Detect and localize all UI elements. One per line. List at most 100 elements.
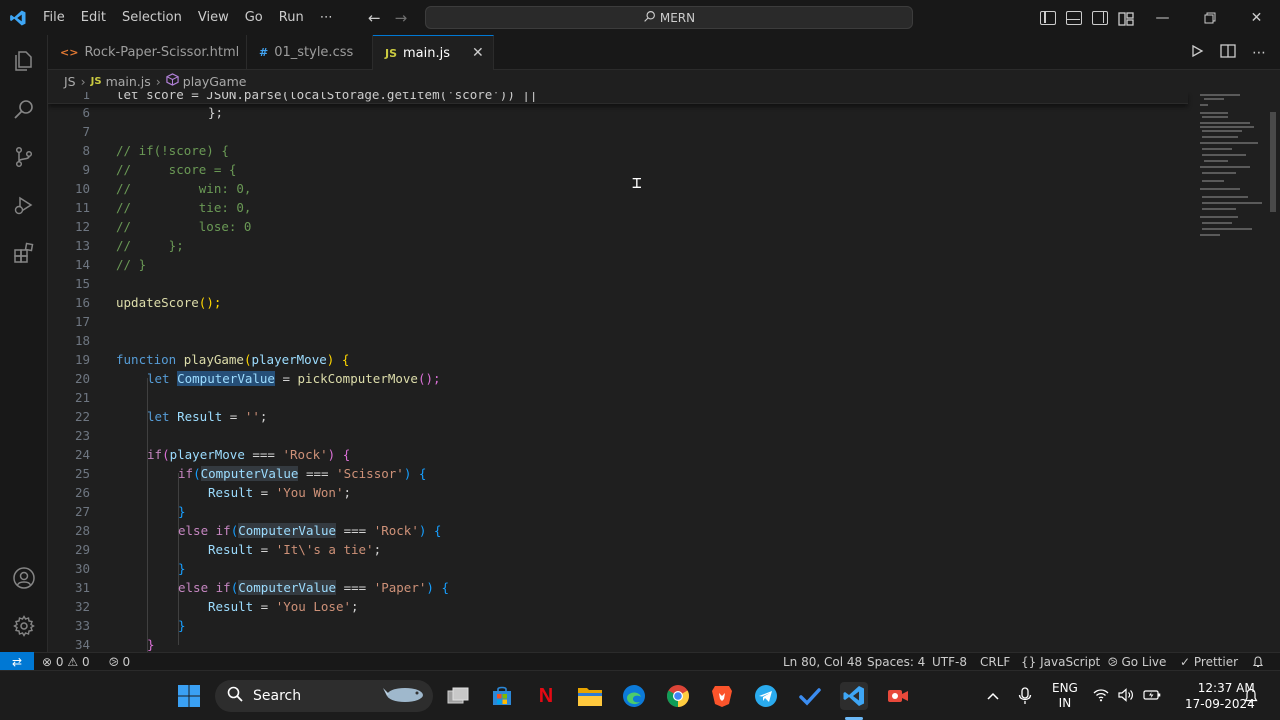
code-token: 'Rock' [373,523,419,538]
accounts-icon[interactable] [0,554,48,602]
windows-taskbar: Search N ENG IN 12:37 AM 17-09-2024 [0,670,1280,720]
search-icon [643,10,656,26]
close-tab-icon[interactable]: ✕ [472,45,484,61]
function-symbol-icon [166,73,179,89]
line-number: 16 [74,295,90,310]
extensions-icon[interactable] [0,229,48,277]
vertical-scrollbar[interactable] [1266,92,1280,652]
code-token: ( [162,447,170,462]
notifications-bell-icon[interactable] [1252,653,1264,671]
breadcrumb-symbol[interactable]: playGame [183,74,247,89]
end-of-line[interactable]: CRLF [980,653,1010,671]
tab-main-js[interactable]: JS main.js ✕ [373,35,494,70]
code-token: }; [208,105,224,120]
task-view-icon[interactable] [444,682,472,710]
run-debug-icon[interactable] [0,181,48,229]
code-token: === [336,523,374,538]
cursor-position[interactable]: Ln 80, Col 48 [783,653,862,671]
code-token: === [298,466,337,481]
menu-file[interactable]: File [35,0,73,35]
menu-go[interactable]: Go [237,0,271,35]
quick-settings[interactable] [1093,671,1161,720]
breadcrumb-file[interactable]: main.js [106,74,151,89]
command-center[interactable]: MERN [425,6,913,29]
workspace-name: MERN [659,10,696,25]
menu-more[interactable]: ⋯ [312,0,341,35]
vscode-taskbar-icon[interactable] [840,682,868,710]
explorer-icon[interactable] [0,37,48,85]
code-token: (); [417,371,441,386]
more-actions-icon[interactable]: ⋯ [1252,45,1266,61]
code-token: 'It\'s a tie' [275,542,374,557]
menu-view[interactable]: View [190,0,237,35]
minimize-icon[interactable]: — [1139,0,1186,35]
forward-arrow-icon[interactable]: → [395,9,408,27]
back-arrow-icon[interactable]: ← [368,9,381,27]
windows-start-icon[interactable] [175,682,203,710]
line-number: 32 [74,599,90,614]
code-token: ) [327,447,336,462]
html-file-icon: <> [60,46,79,59]
telegram-icon[interactable] [752,682,780,710]
encoding[interactable]: UTF-8 [932,653,967,671]
code-token: ComputerValue [200,466,299,481]
prettier-button[interactable]: ✓ Prettier [1180,653,1238,671]
toggle-primary-sidebar-icon[interactable] [1040,10,1056,25]
microphone-icon[interactable] [1018,671,1032,720]
problems-indicator[interactable]: ⊗ 0 ⚠ 0 [42,653,90,671]
code-editor[interactable]: 6}; 7 8 // if(!score) { 9 // score = { 10 /… [48,92,1280,652]
chrome-browser-icon[interactable] [664,682,692,710]
ports-indicator[interactable]: ⧁ 0 [109,653,130,671]
split-editor-icon[interactable] [1220,43,1236,62]
sticky-scroll-header[interactable]: 1 let score = JSON.parse(localStorage.get… [48,92,1188,104]
customize-layout-icon[interactable] [1118,11,1134,26]
file-explorer-icon[interactable] [576,682,604,710]
line-number: 12 [74,219,90,234]
remote-indicator-icon[interactable]: ⇄ [0,652,34,671]
edge-browser-icon[interactable] [620,682,648,710]
css-file-icon: # [259,46,269,59]
search-view-icon[interactable] [0,85,48,133]
menu-selection[interactable]: Selection [114,0,190,35]
netflix-icon[interactable]: N [532,682,560,710]
toggle-secondary-sidebar-icon[interactable] [1092,10,1108,25]
tab-style-css[interactable]: # 01_style.css [247,35,373,70]
go-live-button[interactable]: ⧁ Go Live [1108,653,1166,671]
run-file-icon[interactable] [1190,43,1204,62]
title-bar: File Edit Selection View Go Run ⋯ ← → ME… [0,0,1280,35]
menu-edit[interactable]: Edit [73,0,114,35]
code-line: 24 if(playerMove === 'Rock') { [48,445,1188,464]
settings-gear-icon[interactable] [0,602,48,650]
microsoft-store-icon[interactable] [488,682,516,710]
taskbar-search[interactable]: Search [215,680,433,712]
close-window-icon[interactable]: ✕ [1233,0,1280,35]
language-mode[interactable]: {} JavaScript [1021,653,1100,671]
input-language-indicator[interactable]: ENG IN [1052,671,1078,720]
screen-recorder-icon[interactable] [884,682,912,710]
code-line: 11 // tie: 0, [48,198,1188,217]
language-label: JavaScript [1040,655,1101,669]
search-highlight-icon [381,682,427,710]
tab-rock-paper-scissor-html[interactable]: <> Rock-Paper-Scissor.html [48,35,247,70]
code-line: 21 [48,388,1188,407]
line-number: 1 [82,92,90,102]
indentation[interactable]: Spaces: 4 [867,653,925,671]
brave-browser-icon[interactable] [708,682,736,710]
restore-icon[interactable] [1186,0,1233,35]
menu-run[interactable]: Run [271,0,312,35]
source-control-icon[interactable] [0,133,48,181]
code-line: 22 let Result = ''; [48,407,1188,426]
menu-bar: File Edit Selection View Go Run ⋯ [35,0,341,35]
code-token: if [178,466,194,481]
code-line: 12 // lose: 0 [48,217,1188,236]
scrollbar-thumb[interactable] [1270,112,1276,212]
toggle-panel-icon[interactable] [1066,10,1082,25]
code-line: 31 else if(ComputerValue === 'Paper') { [48,578,1188,597]
todo-checkmark-icon[interactable] [796,682,824,710]
notification-bell-icon[interactable] [1244,671,1258,720]
show-hidden-icons-chevron-icon[interactable] [986,671,1000,720]
line-number: 15 [74,276,90,291]
breadcrumb-folder[interactable]: JS [64,74,76,89]
code-comment: // }; [116,238,184,253]
minimap[interactable] [1188,92,1266,652]
